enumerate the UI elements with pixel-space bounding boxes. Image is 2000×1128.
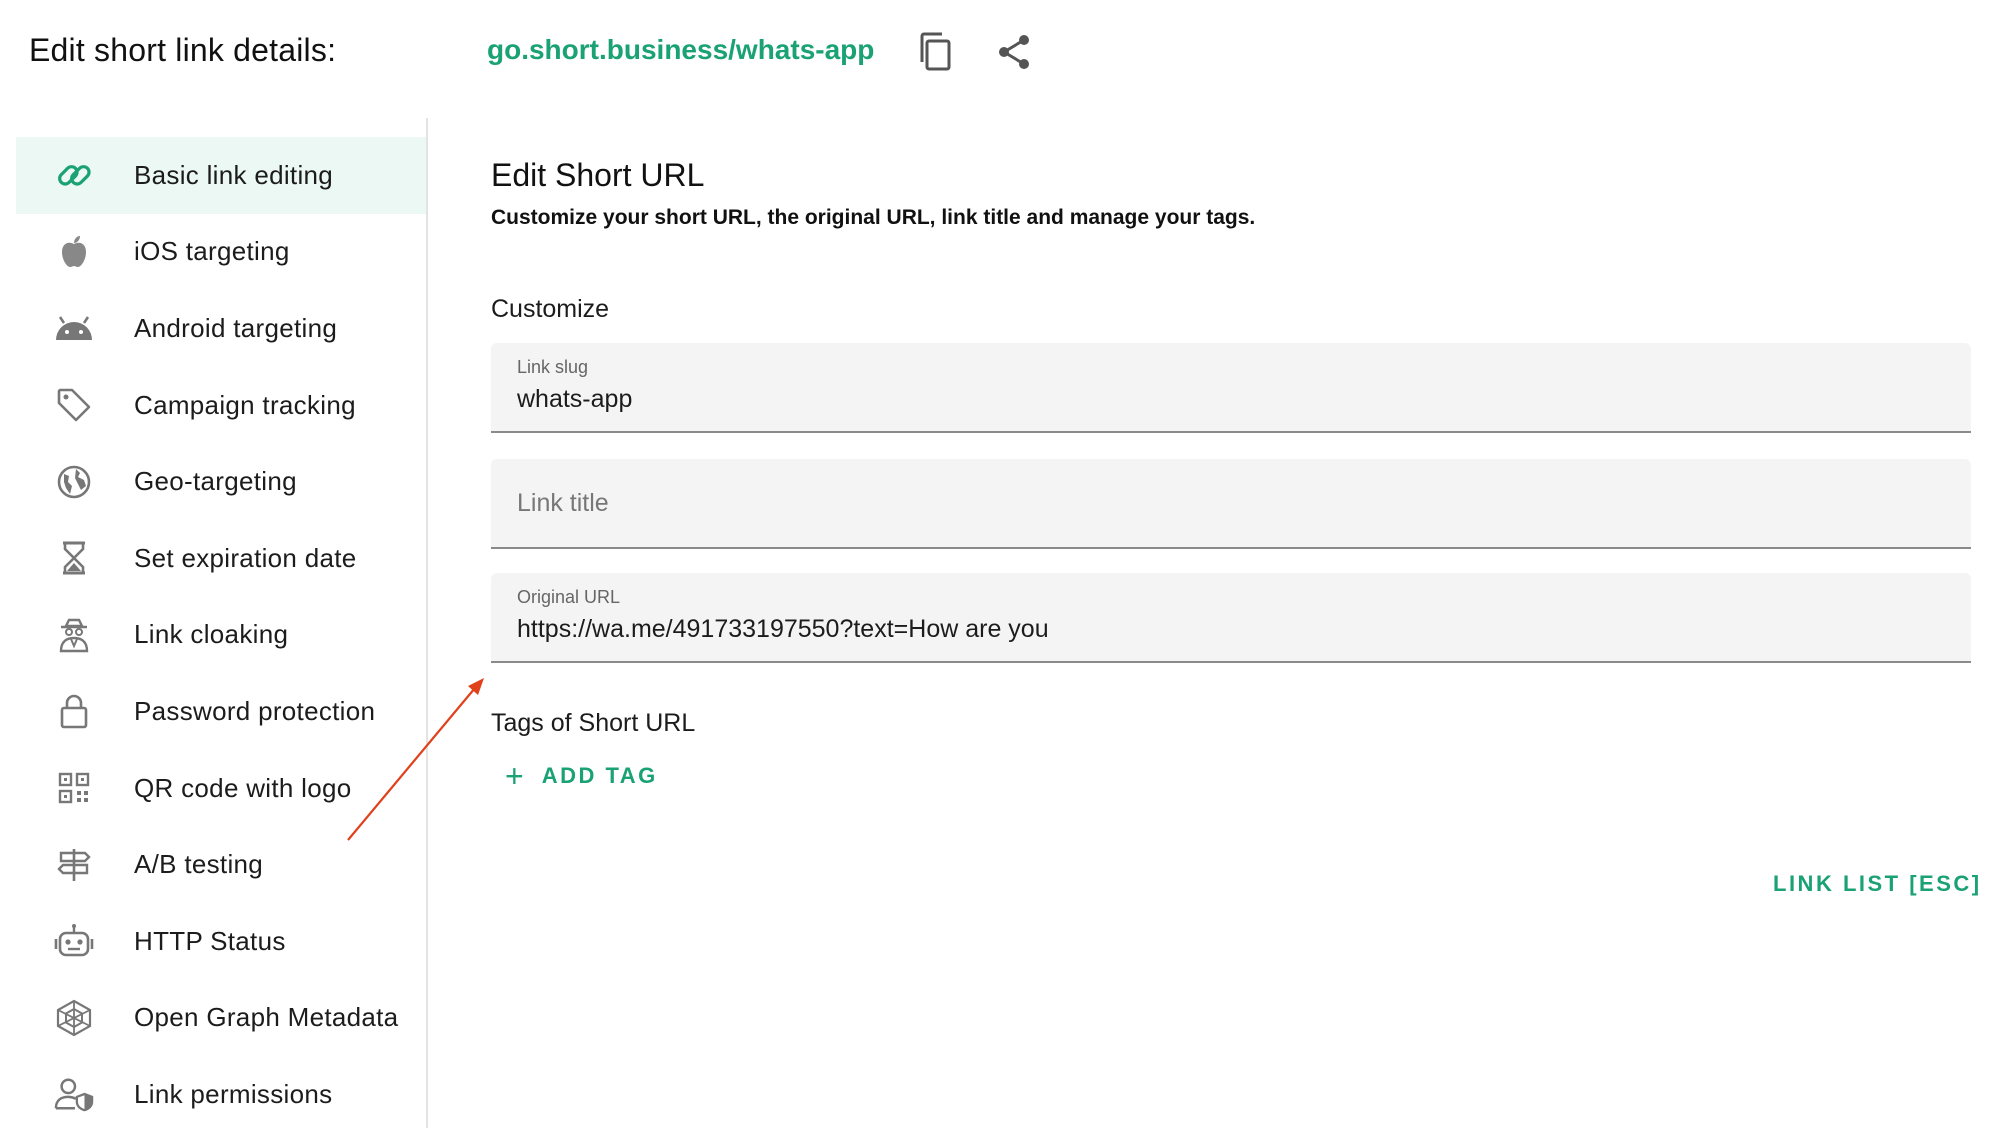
sidebar-item-label: QR code with logo: [134, 772, 352, 803]
link-icon: [54, 155, 94, 195]
sidebar-item-label: HTTP Status: [134, 925, 286, 956]
link-slug-label: Link slug: [517, 357, 589, 377]
short-url-link[interactable]: go.short.business/whats-app: [487, 34, 874, 66]
robot-icon: [54, 921, 94, 961]
android-icon: [54, 308, 94, 348]
lock-icon: [54, 691, 94, 731]
sidebar-item-label: Geo-targeting: [134, 466, 297, 497]
copy-icon: [918, 32, 954, 77]
sidebar-item-open-graph-metadata[interactable]: Open Graph Metadata: [16, 980, 426, 1057]
link-slug-field[interactable]: Link slug whats-app: [491, 343, 1971, 433]
sidebar: Basic link editing iOS targeting Android…: [16, 137, 426, 1128]
hourglass-icon: [54, 538, 94, 578]
customize-heading: Customize: [491, 295, 610, 323]
sidebar-item-label: iOS targeting: [134, 236, 290, 267]
sidebar-item-label: Link permissions: [134, 1078, 333, 1109]
share-icon: [996, 33, 1032, 76]
sidebar-item-label: Set expiration date: [134, 542, 357, 573]
share-button[interactable]: [992, 32, 1036, 76]
link-list-button[interactable]: LINK LIST [ESC]: [1773, 871, 1982, 897]
web-icon: [54, 998, 94, 1038]
user-shield-icon: [54, 1074, 94, 1114]
sidebar-item-label: Campaign tracking: [134, 389, 356, 420]
sidebar-divider: [426, 118, 428, 1128]
page-title: Edit short link details:: [29, 32, 337, 68]
spy-icon: [54, 615, 94, 655]
signpost-icon: [54, 845, 94, 885]
section-subtitle: Customize your short URL, the original U…: [491, 206, 1256, 229]
annotation-arrow: [347, 678, 484, 841]
original-url-input[interactable]: https://wa.me/491733197550?text=How are …: [517, 615, 1917, 644]
sidebar-item-label: Open Graph Metadata: [134, 1002, 399, 1033]
header: Edit short link details: go.short.busine…: [0, 0, 2000, 110]
globe-icon: [54, 462, 94, 502]
sidebar-item-label: Link cloaking: [134, 619, 289, 650]
qr-code-icon: [54, 768, 94, 808]
add-tag-button[interactable]: + ADD TAG: [505, 760, 658, 792]
sidebar-item-campaign-tracking[interactable]: Campaign tracking: [16, 367, 426, 444]
sidebar-item-label: A/B testing: [134, 849, 264, 880]
sidebar-item-ios-targeting[interactable]: iOS targeting: [16, 214, 426, 291]
apple-icon: [54, 232, 94, 272]
sidebar-item-label: Android targeting: [134, 312, 338, 343]
tags-heading: Tags of Short URL: [491, 709, 696, 737]
sidebar-item-http-status[interactable]: HTTP Status: [16, 903, 426, 980]
sidebar-item-basic-link-editing[interactable]: Basic link editing: [16, 137, 426, 214]
copy-button[interactable]: [914, 32, 958, 76]
plus-icon: +: [505, 758, 524, 794]
sidebar-item-geo-targeting[interactable]: Geo-targeting: [16, 443, 426, 520]
sidebar-item-link-permissions[interactable]: Link permissions: [16, 1056, 426, 1128]
sidebar-item-set-expiration-date[interactable]: Set expiration date: [16, 520, 426, 597]
link-title-input[interactable]: Link title: [517, 489, 609, 518]
sidebar-item-link-cloaking[interactable]: Link cloaking: [16, 597, 426, 674]
original-url-label: Original URL: [517, 587, 621, 607]
tag-icon: [54, 385, 94, 425]
sidebar-item-android-targeting[interactable]: Android targeting: [16, 290, 426, 367]
link-title-field[interactable]: Link title: [491, 459, 1971, 549]
section-title: Edit Short URL: [491, 157, 705, 193]
add-tag-label: ADD TAG: [541, 763, 658, 788]
original-url-field[interactable]: Original URL https://wa.me/491733197550?…: [491, 573, 1971, 663]
link-slug-input[interactable]: whats-app: [517, 385, 1917, 414]
sidebar-item-label: Basic link editing: [134, 159, 334, 190]
